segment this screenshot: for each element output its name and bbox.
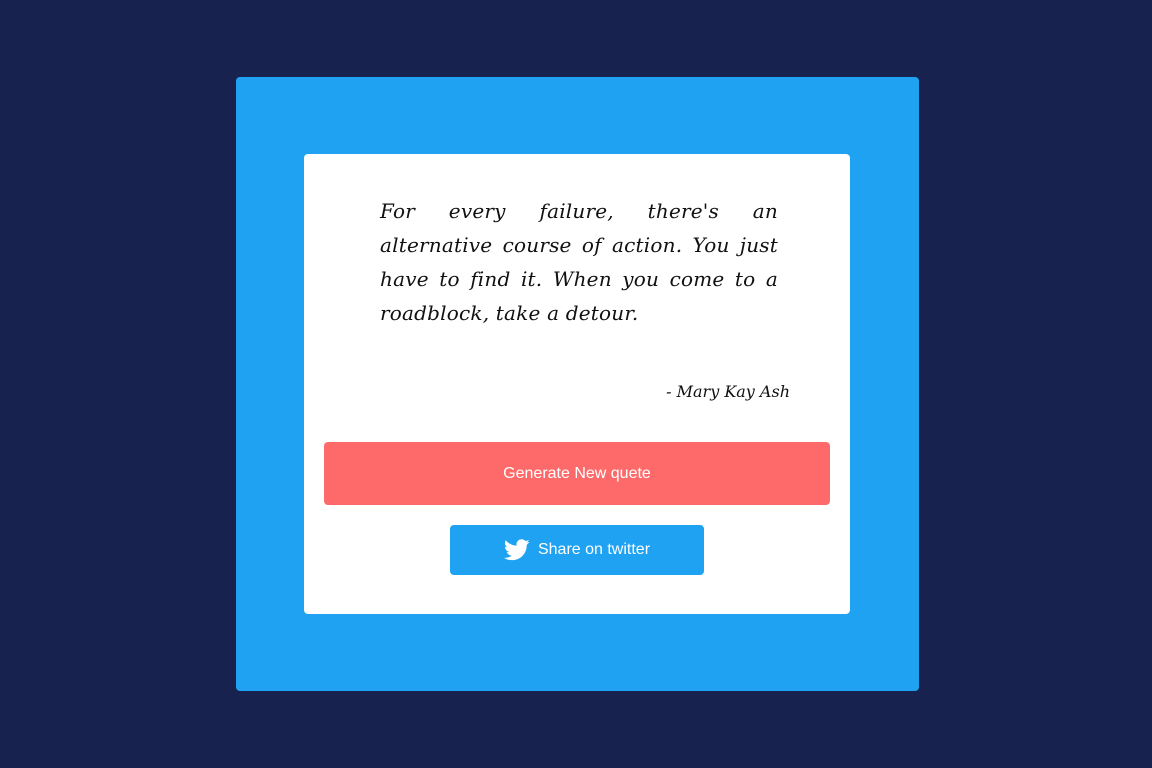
quote-text: For every failure, there's an alternativ… (380, 199, 778, 325)
quote-author: - Mary Kay Ash (666, 382, 790, 401)
quote-card: For every failure, there's an alternativ… (304, 154, 850, 614)
generate-quote-button[interactable]: Generate New quete (324, 442, 830, 505)
share-twitter-button[interactable]: Share on twitter (450, 525, 704, 575)
twitter-bird-icon (503, 539, 530, 561)
share-twitter-label: Share on twitter (537, 541, 651, 558)
quote-frame: For every failure, there's an alternativ… (236, 77, 919, 691)
